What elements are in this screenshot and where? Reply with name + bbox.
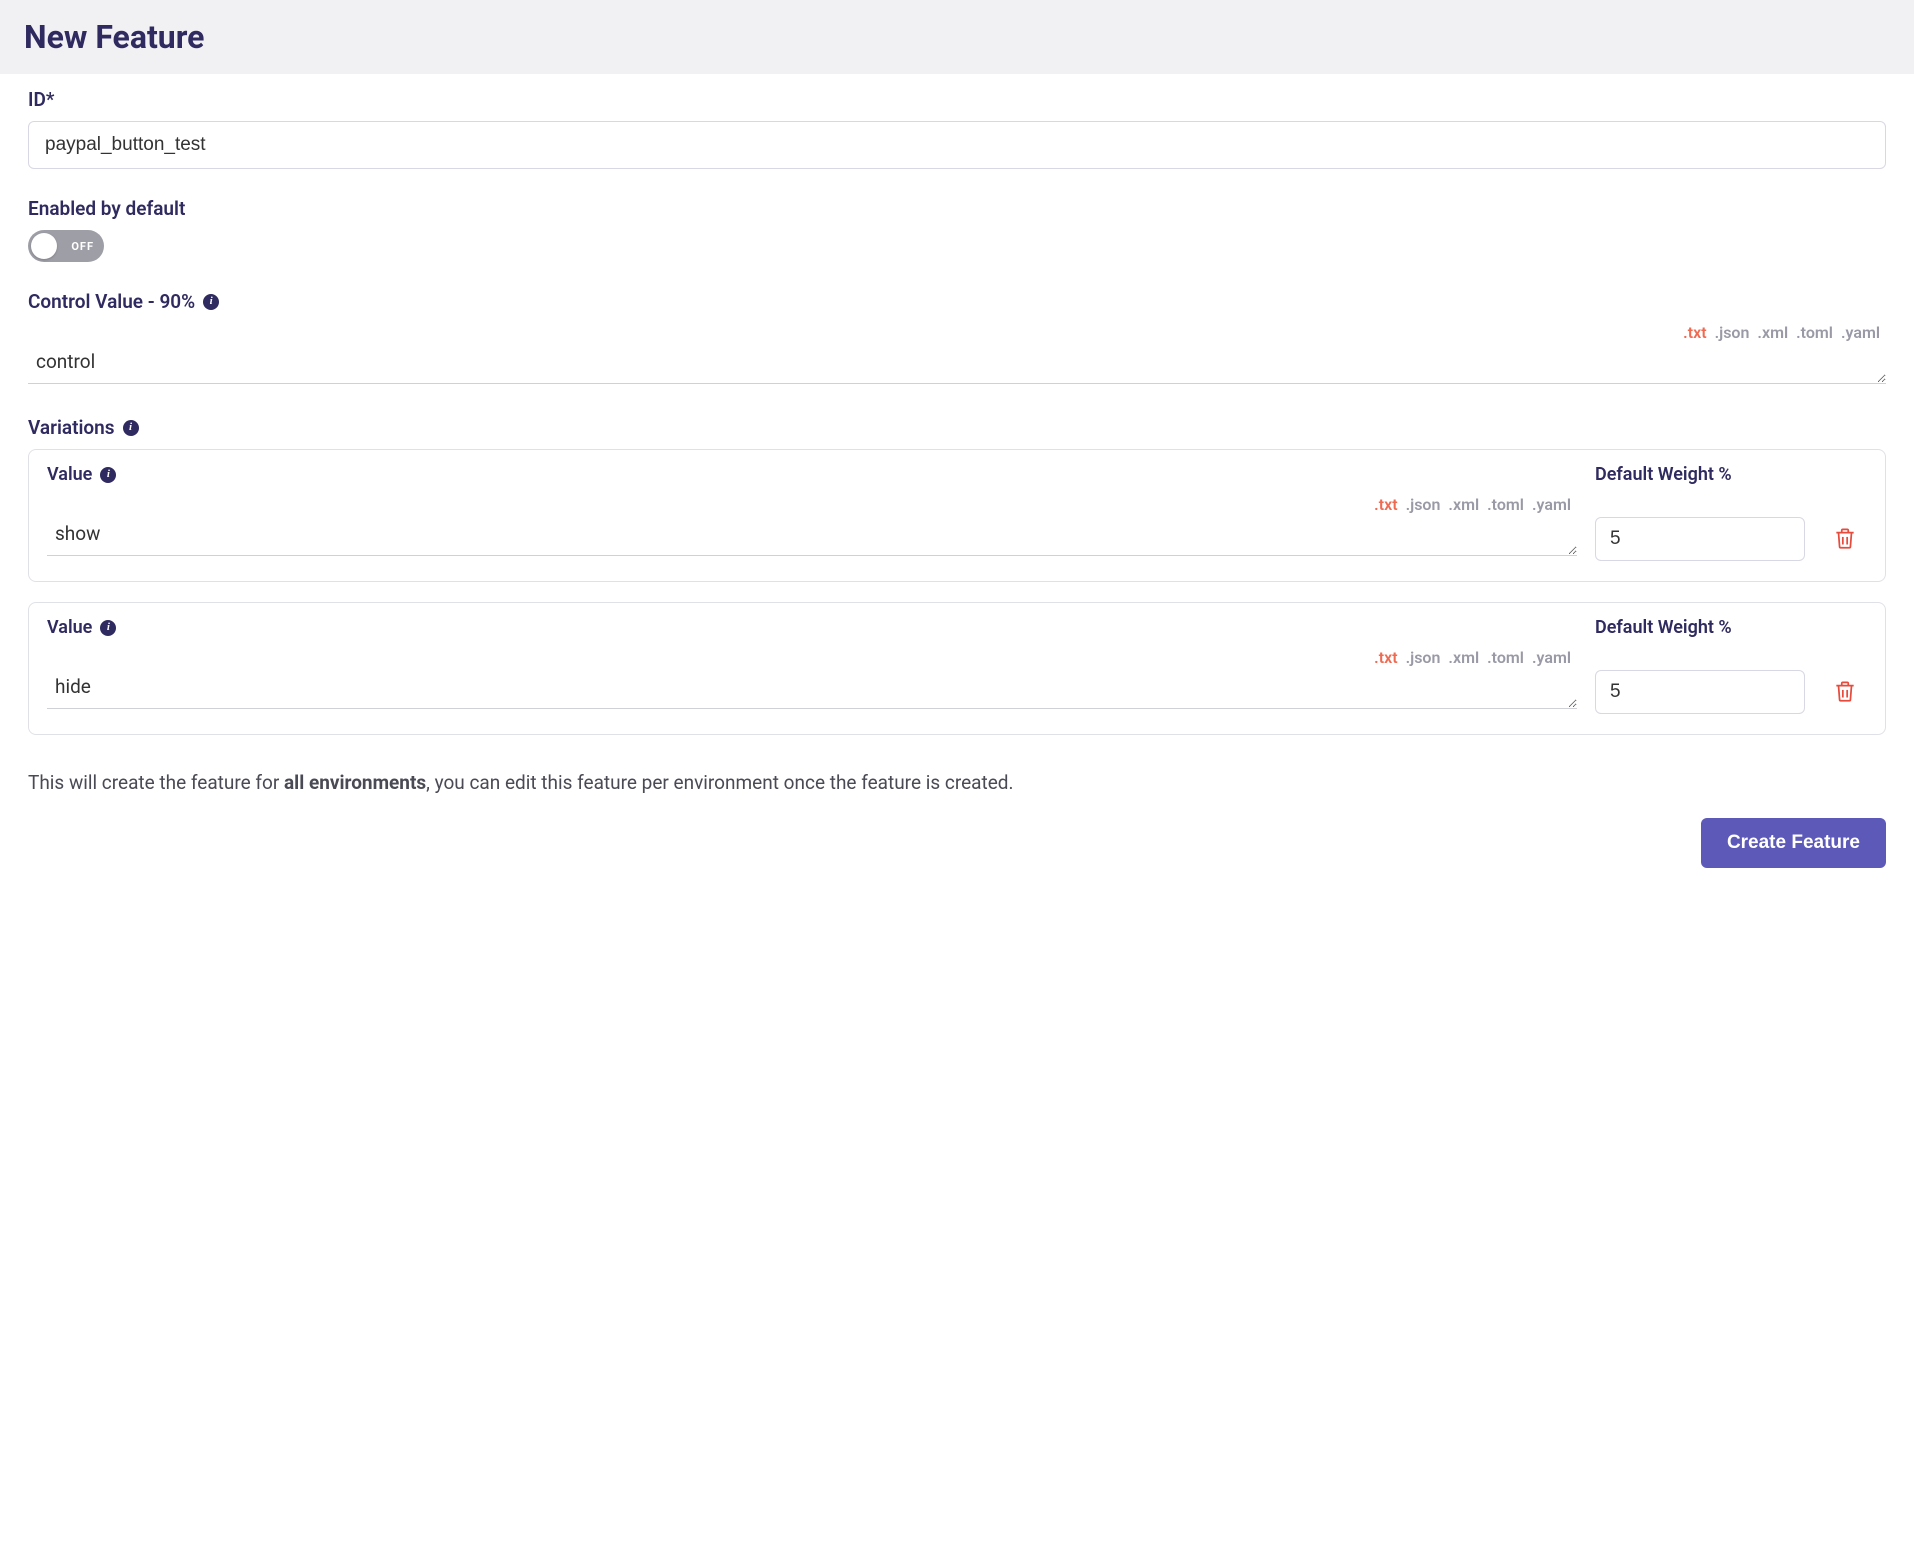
variation-value-label-text: Value [47,464,92,485]
footer-note-bold: all environments [284,771,426,794]
format-option-xml[interactable]: .xml [1757,323,1788,342]
actions-row: Create Feature [28,818,1886,868]
info-icon[interactable]: i [123,420,139,436]
variation-value-label: Valuei [47,464,1577,485]
variation-weight-label: Default Weight % [1595,464,1805,485]
trash-icon [1832,678,1858,704]
variation-weight-input[interactable] [1595,670,1805,714]
format-option-xml[interactable]: .xml [1448,648,1479,667]
variation-format-row: .txt .json .xml .toml .yaml [47,495,1577,514]
variation-weight-input[interactable] [1595,517,1805,561]
format-option-json[interactable]: .json [1715,323,1750,342]
create-feature-button[interactable]: Create Feature [1701,818,1886,868]
control-format-row: .txt .json .xml .toml .yaml [28,323,1886,342]
variations-label: Variations i [28,416,1886,439]
format-option-toml[interactable]: .toml [1487,648,1524,667]
toggle-state: OFF [71,240,94,253]
variation-format-row: .txt .json .xml .toml .yaml [47,648,1577,667]
trash-icon [1832,525,1858,551]
id-label: ID* [28,88,1886,111]
variation-value-label-text: Value [47,617,92,638]
format-option-json[interactable]: .json [1406,495,1441,514]
variation-value-label: Valuei [47,617,1577,638]
header-bar: New Feature [0,0,1914,74]
control-value-label: Control Value - 90% i [28,290,1886,313]
info-icon[interactable]: i [203,294,219,310]
info-icon[interactable]: i [100,620,116,636]
variations-list: Valuei.txt.json.xml.toml.yamlDefault Wei… [28,449,1886,735]
toggle-knob [31,233,57,259]
id-input[interactable] [28,121,1886,169]
variations-label-text: Variations [28,416,115,439]
footer-note-suffix: , you can edit this feature per environm… [426,771,1013,794]
enabled-toggle[interactable]: OFF [28,230,104,262]
format-option-toml[interactable]: .toml [1487,495,1524,514]
format-option-json[interactable]: .json [1406,648,1441,667]
format-option-txt[interactable]: .txt [1683,323,1706,342]
format-option-yaml[interactable]: .yaml [1841,323,1880,342]
enabled-label: Enabled by default [28,197,1886,220]
variation-weight-label: Default Weight % [1595,617,1805,638]
variation-card: Valuei .txt .json .xml .toml .yaml Default Wei… [28,602,1886,735]
variation-value-input[interactable] [47,516,1577,556]
page-title: New Feature [24,18,1890,56]
format-option-yaml[interactable]: .yaml [1532,495,1571,514]
format-option-yaml[interactable]: .yaml [1532,648,1571,667]
delete-variation-button[interactable] [1828,521,1862,555]
format-option-txt[interactable]: .txt [1374,648,1397,667]
variation-value-input[interactable] [47,669,1577,709]
format-option-toml[interactable]: .toml [1796,323,1833,342]
control-value-label-text: Control Value - 90% [28,290,195,313]
variation-card: Valuei .txt .json .xml .toml .yaml Default Wei… [28,449,1886,582]
control-value-input[interactable] [28,344,1886,384]
footer-note: This will create the feature for all env… [28,771,1886,794]
footer-note-prefix: This will create the feature for [28,771,284,794]
format-option-xml[interactable]: .xml [1448,495,1479,514]
delete-variation-button[interactable] [1828,674,1862,708]
form-content: ID* Enabled by default OFF Control Value… [0,74,1914,892]
info-icon[interactable]: i [100,467,116,483]
format-option-txt[interactable]: .txt [1374,495,1397,514]
